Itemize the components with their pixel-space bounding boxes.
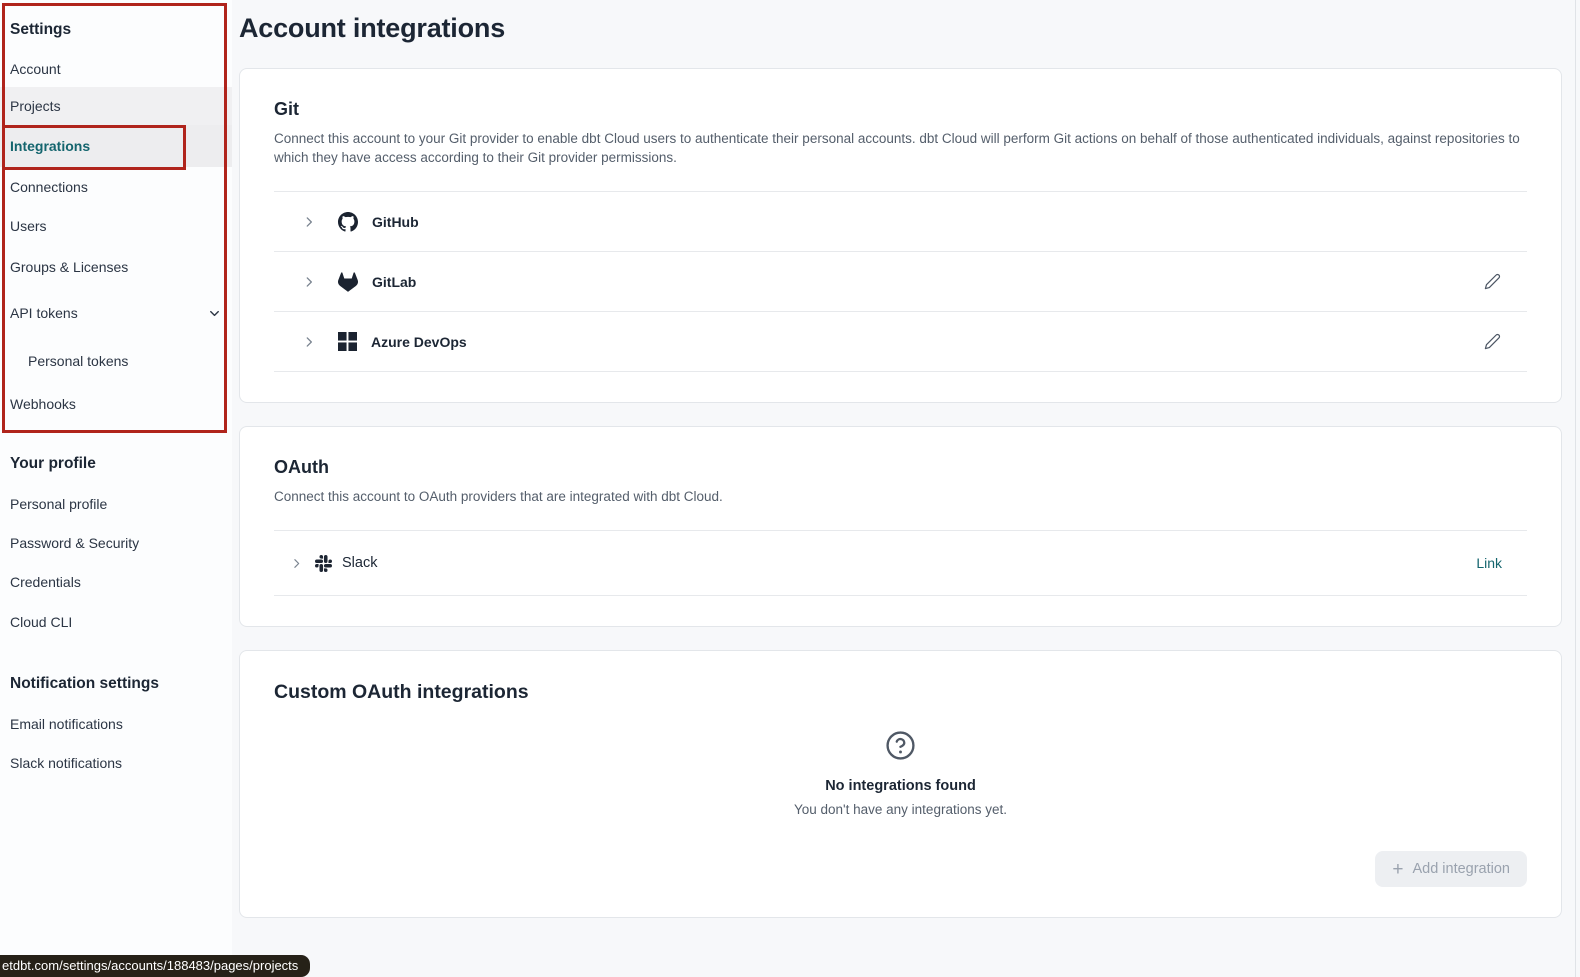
plus-icon: + [1392,860,1403,879]
sidebar-item-connections[interactable]: Connections [0,167,232,206]
add-integration-button[interactable]: + Add integration [1375,851,1527,887]
sidebar-item-account[interactable]: Account [0,50,232,87]
git-section-card: Git Connect this account to your Git pro… [239,68,1562,403]
chevron-right-icon[interactable] [302,335,316,349]
sidebar-item-password-security[interactable]: Password & Security [0,523,232,562]
chevron-down-icon [207,306,222,321]
sidebar-item-groups-licenses[interactable]: Groups & Licenses [0,245,232,289]
chevron-right-icon[interactable] [290,557,303,570]
oauth-provider-row-slack[interactable]: Slack Link [274,530,1527,595]
slack-link-button[interactable]: Link [1476,555,1502,571]
sidebar-header-notification-settings: Notification settings [0,664,232,704]
custom-oauth-section-card: Custom OAuth integrations No integration… [239,650,1562,918]
git-provider-label: GitLab [372,274,416,290]
git-provider-row-azure-devops[interactable]: Azure DevOps [274,311,1527,371]
git-section-description: Connect this account to your Git provide… [274,129,1527,167]
settings-sidebar: Settings Account Projects Integrations C… [0,0,232,977]
scrollbar-track[interactable] [1575,0,1576,977]
sidebar-item-integrations[interactable]: Integrations [0,125,232,167]
sidebar-item-users[interactable]: Users [0,206,232,245]
status-url-tooltip: etdbt.com/settings/accounts/188483/pages… [0,955,310,977]
git-provider-row-github[interactable]: GitHub [274,191,1527,251]
azure-devops-icon [338,332,357,351]
github-icon [338,212,358,232]
sidebar-section-notification-settings: Notification settings Email notification… [0,664,232,782]
empty-state-title: No integrations found [274,778,1527,794]
sidebar-item-slack-notifications[interactable]: Slack notifications [0,743,232,782]
sidebar-item-credentials[interactable]: Credentials [0,562,232,602]
add-integration-row: + Add integration [274,851,1527,887]
oauth-provider-list: Slack Link [274,530,1527,596]
pencil-icon [1484,273,1501,290]
sidebar-section-settings: Settings Account Projects Integrations C… [0,0,232,424]
add-integration-label: Add integration [1412,861,1510,877]
pencil-icon [1484,333,1501,350]
gitlab-icon [338,272,358,292]
sidebar-item-projects[interactable]: Projects [0,87,232,125]
empty-state-subtitle: You don't have any integrations yet. [274,802,1527,817]
oauth-section-description: Connect this account to OAuth providers … [274,487,1527,506]
sidebar-header-your-profile: Your profile [0,444,232,484]
sidebar-item-personal-tokens[interactable]: Personal tokens [0,337,232,384]
custom-oauth-section-title: Custom OAuth integrations [274,681,1527,704]
sidebar-item-personal-profile[interactable]: Personal profile [0,484,232,523]
git-section-title: Git [274,99,1527,120]
main-content: Account integrations Git Connect this ac… [232,0,1580,918]
empty-state: No integrations found You don't have any… [274,730,1527,817]
page-title: Account integrations [239,0,1562,44]
oauth-section-card: OAuth Connect this account to OAuth prov… [239,426,1562,627]
git-provider-label: Azure DevOps [371,334,467,350]
sidebar-header-settings: Settings [0,10,232,50]
question-circle-icon [885,730,916,761]
oauth-provider-label: Slack [342,555,377,571]
sidebar-item-cloud-cli[interactable]: Cloud CLI [0,602,232,642]
edit-gitlab-button[interactable] [1484,273,1501,290]
git-provider-row-gitlab[interactable]: GitLab [274,251,1527,311]
sidebar-item-webhooks[interactable]: Webhooks [0,384,232,424]
slack-icon [315,555,332,572]
sidebar-item-api-tokens[interactable]: API tokens [0,289,232,337]
git-provider-list: GitHub GitLab [274,191,1527,372]
sidebar-item-email-notifications[interactable]: Email notifications [0,704,232,743]
sidebar-section-your-profile: Your profile Personal profile Password &… [0,444,232,642]
chevron-right-icon[interactable] [302,275,316,289]
oauth-section-title: OAuth [274,457,1527,478]
chevron-right-icon[interactable] [302,215,316,229]
edit-azure-devops-button[interactable] [1484,333,1501,350]
git-provider-label: GitHub [372,214,419,230]
